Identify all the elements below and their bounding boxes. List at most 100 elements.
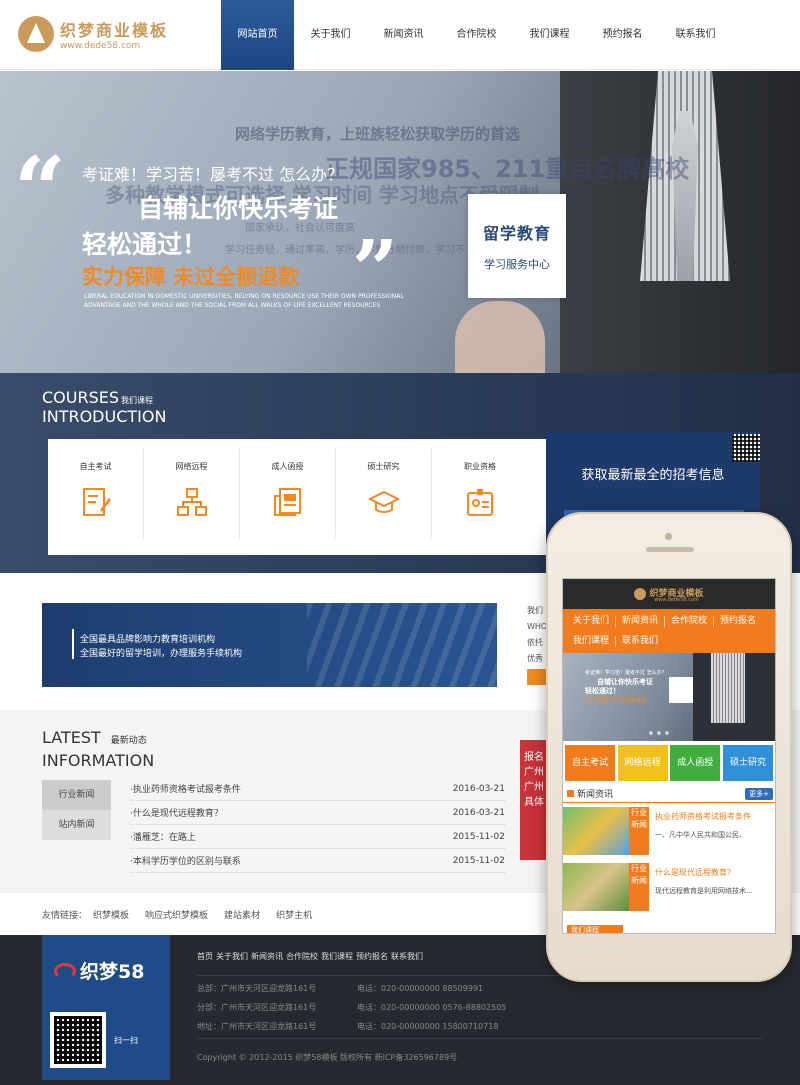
mobile-news-image xyxy=(563,863,629,911)
newspaper-icon xyxy=(273,488,301,516)
phone-mockup: 织梦商业模板 www.dede58.com 关于我们 新闻资讯 合作院校 预约报… xyxy=(546,512,792,982)
nav-news[interactable]: 新闻资讯 xyxy=(367,0,440,70)
mobile-logo[interactable]: 织梦商业模板 www.dede58.com xyxy=(634,586,704,603)
site-logo[interactable]: 织梦商业模板 www.dede58.com xyxy=(18,16,168,52)
courses-title-cn: 我们课程 xyxy=(121,396,154,405)
news-row[interactable]: ·什么是现代远程教育？ 2016-03-21 xyxy=(130,801,505,825)
mobile-courses-header: 我们课程 xyxy=(567,925,623,933)
mobile-news-item[interactable]: 行业新闻 什么是现代远程教育？ 现代远程教育是利用网络技术... xyxy=(563,863,775,915)
promo-banner[interactable]: 全国最具品牌影响力教育培训机构 全国最好的留学培训，办理服务手续机构 xyxy=(42,603,497,687)
news-date: 2015-11-02 xyxy=(452,855,505,866)
footer-nav-contact[interactable]: 联系我们 xyxy=(391,952,423,961)
news-date: 2016-03-21 xyxy=(452,807,505,818)
nav-home[interactable]: 网站首页 xyxy=(221,0,294,70)
network-icon xyxy=(176,488,207,516)
mobile-course-adult[interactable]: 成人函授 xyxy=(670,745,721,781)
news-title[interactable]: ·潘雁芝：在路上 xyxy=(130,830,196,843)
mobile-course-list: 自主考试 网络远程 成人函授 硕士研究 xyxy=(563,741,775,785)
footer-qr-code xyxy=(50,1012,106,1068)
carousel-dots xyxy=(649,731,673,735)
logo-icon xyxy=(18,16,54,52)
hero-line-1: 考证难！学习苦！屡考不过 怎么办？ xyxy=(82,165,344,184)
news-row[interactable]: ·潘雁芝：在路上 2015-11-02 xyxy=(130,825,505,849)
friend-link[interactable]: 织梦主机 xyxy=(276,908,312,921)
footer-nav-signup[interactable]: 预约报名 xyxy=(356,952,388,961)
watermark: Dede58·com xyxy=(283,527,471,555)
promo-divider xyxy=(72,629,74,659)
news-row[interactable]: ·执业药师资格考试报考条件 2016-03-21 xyxy=(130,777,505,801)
friend-link[interactable]: 响应式织梦模板 xyxy=(145,908,208,921)
course-item-master[interactable]: 硕士研究 xyxy=(336,449,432,539)
friend-link[interactable]: 建站素材 xyxy=(224,908,260,921)
footer-phone: 电话：020-00000000 15800710718 xyxy=(357,1022,499,1031)
mobile-nav-about[interactable]: 关于我们 xyxy=(567,615,617,627)
footer-nav-courses[interactable]: 我们课程 xyxy=(321,952,353,961)
course-item-online[interactable]: 网络远程 xyxy=(144,449,240,539)
carousel-dot[interactable] xyxy=(657,731,661,735)
mobile-banner[interactable]: 考证难！学习苦！屡考不过 怎么办？ 自辅让你快乐考证 轻松通过！ 实力保障 未过… xyxy=(563,653,775,741)
news-title[interactable]: ·本科学历学位的区别与联系 xyxy=(130,854,241,867)
footer-logo[interactable]: 织梦58 xyxy=(54,957,144,984)
mobile-banner-text: 实力保障 未过全额退款 xyxy=(585,697,647,704)
news-title[interactable]: ·什么是现代远程教育？ xyxy=(130,806,223,819)
footer-nav-news[interactable]: 新闻资讯 xyxy=(251,952,283,961)
nav-partners[interactable]: 合作院校 xyxy=(440,0,513,70)
mobile-news-tag: 行业新闻 xyxy=(629,863,649,911)
hero-banner[interactable]: 网络学历教育，上班族轻松获取学历的首选 正规国家985、211重点名牌高校 多种… xyxy=(0,71,800,373)
friend-link[interactable]: 织梦模板 xyxy=(93,908,129,921)
nav-contact[interactable]: 联系我们 xyxy=(659,0,732,70)
mobile-course-online[interactable]: 网络远程 xyxy=(617,745,668,781)
nav-signup[interactable]: 预约报名 xyxy=(586,0,659,70)
tab-site-news[interactable]: 站内新闻 xyxy=(42,810,111,840)
news-row[interactable]: ·本科学历学位的区别与联系 2015-11-02 xyxy=(130,849,505,873)
hero-bg-text: 学习任务轻，通过率高，学历，学费分期付款，学习不 xyxy=(225,245,465,256)
main-nav: 网站首页 关于我们 新闻资讯 合作院校 我们课程 预约报名 联系我们 xyxy=(221,0,732,70)
course-item-adult[interactable]: 成人函授 xyxy=(240,449,336,539)
open-quote-icon: “ xyxy=(14,137,66,243)
mobile-nav-contact[interactable]: 联系我们 xyxy=(616,636,664,647)
mobile-nav: 关于我们 新闻资讯 合作院校 预约报名 我们课程 联系我们 xyxy=(563,609,775,653)
news-date: 2015-11-02 xyxy=(452,831,505,842)
course-item-self-exam[interactable]: 自主考试 xyxy=(48,449,144,539)
mobile-nav-news[interactable]: 新闻资讯 xyxy=(616,615,666,627)
footer-nav-partners[interactable]: 合作院校 xyxy=(286,952,318,961)
mobile-nav-courses[interactable]: 我们课程 xyxy=(567,635,617,647)
friend-links-label: 友情链接： xyxy=(42,910,88,921)
course-label: 成人函授 xyxy=(271,462,304,471)
phone-speaker xyxy=(646,547,694,552)
mobile-nav-partners[interactable]: 合作院校 xyxy=(665,615,715,627)
signup-text: 广州 xyxy=(524,782,544,793)
enroll-info-title: 获取最新最全的招考信息 xyxy=(581,468,725,483)
footer-nav-about[interactable]: 关于我们 xyxy=(216,952,248,961)
latest-title-en: LATEST xyxy=(42,728,101,747)
nav-about[interactable]: 关于我们 xyxy=(294,0,367,70)
mobile-more-button[interactable]: 更多+ xyxy=(745,787,773,800)
footer-scan-label: 扫一扫 xyxy=(114,1036,138,1045)
hero-line-3: 轻松通过！ xyxy=(82,230,208,259)
tab-industry-news[interactable]: 行业新闻 xyxy=(42,780,111,810)
signup-text: 广州 xyxy=(524,767,544,778)
footer-nav-home[interactable]: 首页 xyxy=(197,952,213,961)
mobile-course-self-exam[interactable]: 自主考试 xyxy=(565,745,615,781)
course-item-career[interactable]: 职业资格 xyxy=(432,449,528,539)
phone-camera-icon xyxy=(665,533,672,540)
footer-phone: 电话：020-00000000 88509991 xyxy=(357,984,484,993)
mobile-banner-card xyxy=(669,677,693,703)
mobile-news-item[interactable]: 行业新闻 执业药师资格考试报考条件 一、凡中华人民共和国公民、 xyxy=(563,807,775,859)
nav-courses[interactable]: 我们课程 xyxy=(513,0,586,70)
more-button[interactable] xyxy=(527,669,547,685)
latest-title-cn: 最新动态 xyxy=(110,736,147,746)
news-title[interactable]: ·执业药师资格考试报考条件 xyxy=(130,782,241,795)
hero-line-4: 实力保障 未过全额退款 xyxy=(82,265,300,289)
about-snippet: 我们 WHO 依托 优秀 xyxy=(527,603,547,667)
promo-line-2: 全国最好的留学培训，办理服务手续机构 xyxy=(80,649,243,659)
hero-card-title: 留学教育 xyxy=(482,224,551,243)
about-text: 我们 xyxy=(527,606,543,615)
mobile-course-master[interactable]: 硕士研究 xyxy=(722,745,773,781)
carousel-dot[interactable] xyxy=(665,731,669,735)
footer-nav: 首页 关于我们 新闻资讯 合作院校 我们课程 预约报名 联系我们 xyxy=(197,951,426,962)
mobile-nav-signup[interactable]: 预约报名 xyxy=(714,616,762,627)
news-list: ·执业药师资格考试报考条件 2016-03-21 ·什么是现代远程教育？ 2016-… xyxy=(130,777,505,873)
hero-hand xyxy=(455,301,545,373)
carousel-dot[interactable] xyxy=(649,731,653,735)
